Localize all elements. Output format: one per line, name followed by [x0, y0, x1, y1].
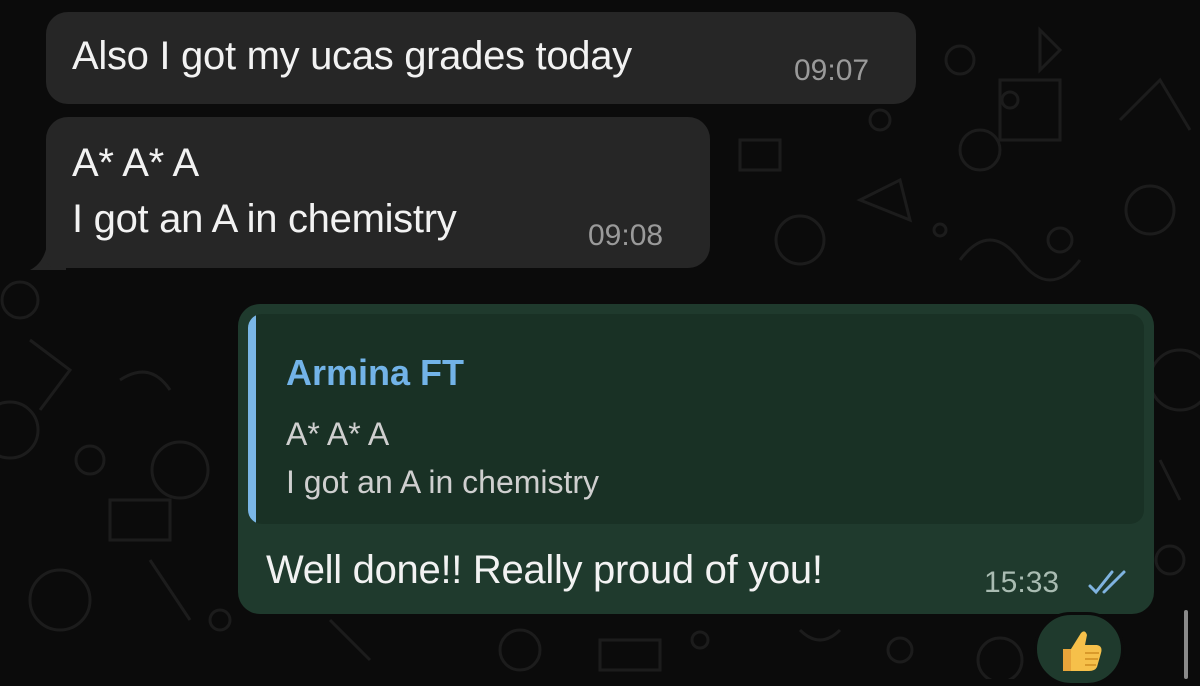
double-check-icon	[1088, 570, 1126, 595]
outgoing-message[interactable]: Armina FT A* A* A I got an A in chemistr…	[238, 304, 1154, 614]
thumbs-up-icon	[1063, 631, 1102, 671]
quote-line: I got an A in chemistry	[286, 464, 600, 500]
quote-accent-bar	[248, 314, 256, 524]
message-time: 09:07	[794, 54, 870, 87]
message-text: Also I got my ucas grades today	[72, 34, 632, 78]
scrollbar[interactable]	[1184, 610, 1188, 679]
quote-line: A* A* A	[286, 416, 390, 452]
message-time: 15:33	[984, 566, 1060, 599]
incoming-message[interactable]: Also I got my ucas grades today 09:07	[46, 12, 916, 104]
message-line: I got an A in chemistry	[72, 197, 457, 241]
reaction-badge[interactable]	[1034, 612, 1124, 686]
quote-author: Armina FT	[286, 352, 465, 393]
quoted-message[interactable]: Armina FT A* A* A I got an A in chemistr…	[248, 314, 1144, 524]
message-time: 09:08	[588, 219, 664, 252]
incoming-message[interactable]: A* A* A I got an A in chemistry 09:08	[46, 117, 710, 268]
message-text: Well done!! Really proud of you!	[266, 548, 823, 592]
message-line: A* A* A	[72, 141, 199, 185]
